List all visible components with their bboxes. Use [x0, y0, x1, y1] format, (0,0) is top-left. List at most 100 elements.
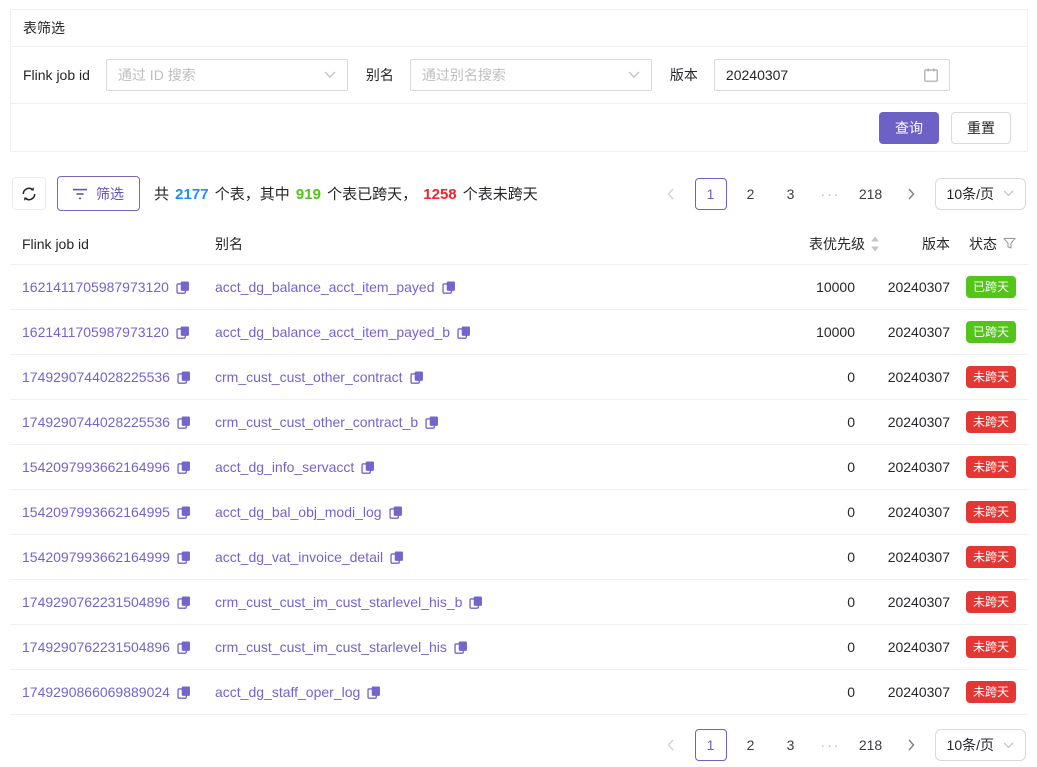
alias-placeholder: 通过别名搜索 [422, 65, 506, 85]
row-alias-link[interactable]: crm_cust_cust_other_contract [215, 369, 403, 385]
copy-icon[interactable] [442, 280, 456, 295]
field-version: 版本 20240307 [670, 59, 950, 91]
copy-icon[interactable] [177, 595, 191, 610]
pagination-next-button[interactable] [895, 178, 927, 210]
copy-icon[interactable] [389, 505, 403, 520]
flink-job-id-placeholder: 通过 ID 搜索 [118, 65, 196, 85]
copy-icon[interactable] [177, 685, 191, 700]
page: 表筛选 Flink job id 通过 ID 搜索 别名 通过别名搜索 版本 [0, 0, 1037, 761]
page-size-select[interactable]: 10条/页 [935, 178, 1026, 210]
copy-icon[interactable] [367, 685, 381, 700]
pagination-ellipsis: ··· [815, 729, 847, 761]
copy-icon[interactable] [425, 415, 439, 430]
row-id-link[interactable]: 1621411705987973120 [22, 324, 169, 340]
row-id-link[interactable]: 1749290762231504896 [22, 594, 170, 610]
row-alias-link[interactable]: crm_cust_cust_im_cust_starlevel_his [215, 639, 447, 655]
row-version: 20240307 [880, 639, 960, 655]
filter-card-title: 表筛选 [11, 10, 1027, 47]
copy-icon[interactable] [454, 640, 468, 655]
filter-funnel-icon[interactable] [1003, 237, 1016, 250]
row-id-link[interactable]: 1542097993662164995 [22, 504, 170, 520]
total-count: 2177 [175, 186, 208, 203]
status-badge: 未跨天 [966, 501, 1016, 523]
row-alias-link[interactable]: acct_dg_balance_acct_item_payed_b [215, 324, 450, 340]
col-header-priority-label: 表优先级 [809, 234, 865, 254]
row-version: 20240307 [880, 324, 960, 340]
table-row: 1542097993662164999 acct_dg_vat_invoice_… [10, 535, 1028, 580]
row-alias-link[interactable]: crm_cust_cust_im_cust_starlevel_his_b [215, 594, 462, 610]
pagination-page-2[interactable]: 2 [735, 178, 767, 210]
row-id-link[interactable]: 1749290762231504896 [22, 639, 170, 655]
pagination-next-button[interactable] [895, 729, 927, 761]
row-priority: 0 [790, 549, 880, 565]
copy-icon[interactable] [177, 640, 191, 655]
copy-icon[interactable] [177, 460, 191, 475]
table-row: 1621411705987973120 acct_dg_balance_acct… [10, 265, 1028, 310]
copy-icon[interactable] [177, 505, 191, 520]
row-alias-link[interactable]: acct_dg_bal_obj_modi_log [215, 504, 382, 520]
pagination-page-2[interactable]: 2 [735, 729, 767, 761]
pagination-prev-button[interactable] [655, 178, 687, 210]
filter-card: 表筛选 Flink job id 通过 ID 搜索 别名 通过别名搜索 版本 [10, 9, 1028, 152]
row-id-link[interactable]: 1542097993662164999 [22, 549, 170, 565]
row-alias-link[interactable]: acct_dg_balance_acct_item_payed [215, 279, 435, 295]
copy-icon[interactable] [390, 550, 404, 565]
col-header-priority[interactable]: 表优先级 [790, 234, 880, 254]
page-size-label: 10条/页 [947, 184, 994, 204]
filter-form: Flink job id 通过 ID 搜索 别名 通过别名搜索 版本 20240… [11, 47, 1027, 104]
copy-icon[interactable] [176, 280, 190, 295]
pagination-ellipsis: ··· [815, 178, 847, 210]
table-row: 1749290744028225536 crm_cust_cust_other_… [10, 355, 1028, 400]
refresh-button[interactable] [12, 177, 46, 210]
flink-job-id-label: Flink job id [23, 67, 90, 83]
pagination-prev-button[interactable] [655, 729, 687, 761]
row-priority: 0 [790, 414, 880, 430]
filter-button[interactable]: 筛选 [57, 176, 140, 211]
version-date-input[interactable]: 20240307 [714, 59, 950, 91]
status-badge: 未跨天 [966, 636, 1016, 658]
chevron-left-icon [666, 739, 676, 751]
row-id-link[interactable]: 1749290744028225536 [22, 414, 170, 430]
sorter-icon[interactable] [870, 236, 880, 252]
row-priority: 0 [790, 504, 880, 520]
row-priority: 0 [790, 459, 880, 475]
row-alias-link[interactable]: crm_cust_cust_other_contract_b [215, 414, 418, 430]
copy-icon[interactable] [469, 595, 483, 610]
pagination-page-3[interactable]: 3 [775, 178, 807, 210]
copy-icon[interactable] [177, 415, 191, 430]
row-alias-link[interactable]: acct_dg_info_servacct [215, 459, 354, 475]
row-version: 20240307 [880, 459, 960, 475]
row-priority: 0 [790, 684, 880, 700]
copy-icon[interactable] [457, 325, 471, 340]
copy-icon[interactable] [410, 370, 424, 385]
col-header-status[interactable]: 状态 [960, 234, 1028, 254]
reset-button[interactable]: 重置 [951, 112, 1011, 144]
copy-icon[interactable] [361, 460, 375, 475]
copy-icon[interactable] [176, 325, 190, 340]
pagination-page-218[interactable]: 218 [855, 729, 887, 761]
row-version: 20240307 [880, 594, 960, 610]
row-alias-link[interactable]: acct_dg_vat_invoice_detail [215, 549, 383, 565]
chevron-right-icon [906, 739, 916, 751]
crossed-count: 919 [296, 186, 321, 203]
pagination-page-218[interactable]: 218 [855, 178, 887, 210]
filter-button-label: 筛选 [96, 184, 124, 204]
uncrossed-count: 1258 [423, 186, 456, 203]
pagination-page-1[interactable]: 1 [695, 178, 727, 210]
calendar-icon [924, 68, 938, 82]
flink-job-id-select[interactable]: 通过 ID 搜索 [106, 59, 348, 91]
status-badge: 已跨天 [966, 276, 1016, 298]
row-id-link[interactable]: 1542097993662164996 [22, 459, 170, 475]
search-button[interactable]: 查询 [879, 112, 939, 144]
col-header-version: 版本 [880, 234, 960, 254]
pagination-page-3[interactable]: 3 [775, 729, 807, 761]
copy-icon[interactable] [177, 550, 191, 565]
page-size-select[interactable]: 10条/页 [935, 729, 1026, 761]
row-id-link[interactable]: 1749290744028225536 [22, 369, 170, 385]
alias-select[interactable]: 通过别名搜索 [410, 59, 652, 91]
row-alias-link[interactable]: acct_dg_staff_oper_log [215, 684, 360, 700]
row-id-link[interactable]: 1749290866069889024 [22, 684, 170, 700]
pagination-page-1[interactable]: 1 [695, 729, 727, 761]
row-id-link[interactable]: 1621411705987973120 [22, 279, 169, 295]
copy-icon[interactable] [177, 370, 191, 385]
